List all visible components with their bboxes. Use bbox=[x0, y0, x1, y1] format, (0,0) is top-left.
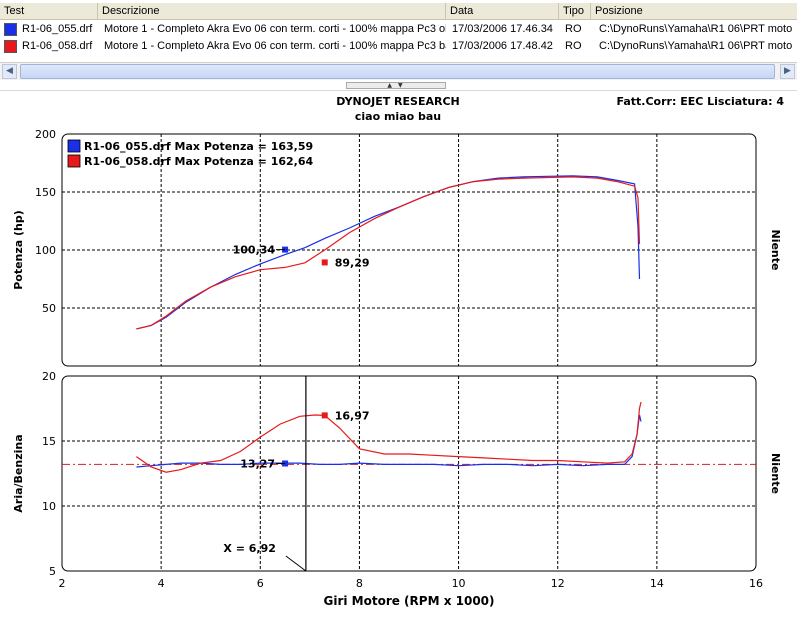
marker-value-label: 16,97 bbox=[335, 409, 370, 422]
column-header-data[interactable]: Data bbox=[446, 3, 559, 19]
cell-descrizione: Motore 1 - Completo Akra Evo 06 con term… bbox=[104, 40, 446, 52]
panel-splitter-handle[interactable]: ▲ ▼ bbox=[346, 82, 446, 89]
column-header-test[interactable]: Test bbox=[0, 3, 98, 19]
x-tick-label: 14 bbox=[650, 577, 664, 590]
chart-title: DYNOJET RESEARCH bbox=[336, 95, 459, 108]
cell-descrizione: Motore 1 - Completo Akra Evo 06 con term… bbox=[104, 23, 446, 35]
arrow-right-icon: ▶ bbox=[784, 66, 791, 76]
x-tick-label: 12 bbox=[551, 577, 565, 590]
cell-tipo: RO bbox=[565, 40, 582, 52]
cursor-label: X = 6,92 bbox=[223, 542, 276, 555]
horizontal-scrollbar[interactable]: ◀ ▶ bbox=[0, 62, 797, 80]
x-tick-label: 10 bbox=[452, 577, 466, 590]
plot-frame bbox=[61, 375, 757, 572]
legend-entry: R1-06_055.drf Max Potenza = 163,59 bbox=[84, 140, 313, 153]
x-tick-label: 6 bbox=[257, 577, 264, 590]
y-axis-label: Aria/Benzina bbox=[12, 434, 25, 512]
series-color-swatch[interactable] bbox=[4, 40, 17, 53]
cell-tipo: RO bbox=[565, 23, 582, 35]
x-tick-label: 2 bbox=[59, 577, 66, 590]
dyno-chart: DYNOJET RESEARCH ciao miao bau Fatt.Corr… bbox=[0, 90, 797, 608]
scroll-left-button[interactable]: ◀ bbox=[2, 64, 17, 79]
power-plot: 50 100 150 200 Potenza (hp) Niente 100,34 89,29… bbox=[12, 128, 782, 367]
y-tick-label: 10 bbox=[42, 500, 56, 513]
column-header-descrizione[interactable]: Descrizione bbox=[98, 3, 446, 19]
table-row[interactable]: R1-06_055.drf Motore 1 - Completo Akra Ev… bbox=[0, 21, 797, 38]
series-color-swatch[interactable] bbox=[4, 23, 17, 36]
value-marker bbox=[321, 259, 328, 266]
splitter-arrows-icon: ▲ ▼ bbox=[387, 82, 405, 89]
cell-test: R1-06_055.drf bbox=[22, 23, 93, 35]
cell-data: 17/03/2006 17.48.42 bbox=[452, 40, 553, 52]
legend-swatch bbox=[67, 139, 81, 153]
side-label-niente: Niente bbox=[769, 230, 782, 271]
y-tick-label: 5 bbox=[49, 565, 56, 578]
y-tick-label: 150 bbox=[35, 186, 56, 199]
side-label-niente: Niente bbox=[769, 453, 782, 494]
y-tick-label: 200 bbox=[35, 128, 56, 141]
legend-entry: R1-06_058.drf Max Potenza = 162,64 bbox=[84, 155, 314, 168]
scroll-thumb[interactable] bbox=[20, 64, 775, 79]
afr-plot: 5 10 15 20 Aria/Benzina Niente X = 6,92 13,27 16… bbox=[12, 370, 782, 608]
marker-value-label: 89,29 bbox=[335, 256, 370, 269]
table-row[interactable]: R1-06_058.drf Motore 1 - Completo Akra Ev… bbox=[0, 38, 797, 55]
legend-swatch bbox=[67, 154, 81, 168]
table-header: Test Descrizione Data Tipo Posizione bbox=[0, 3, 797, 20]
value-marker bbox=[321, 412, 328, 419]
arrow-left-icon: ◀ bbox=[6, 66, 13, 76]
y-tick-label: 50 bbox=[42, 302, 56, 315]
marker-value-label: 100,34 bbox=[233, 244, 276, 257]
chart-subtitle: ciao miao bau bbox=[355, 110, 441, 123]
y-axis-label: Potenza (hp) bbox=[12, 210, 25, 290]
x-tick-label: 4 bbox=[158, 577, 165, 590]
x-tick-label: 16 bbox=[749, 577, 763, 590]
y-tick-label: 20 bbox=[42, 370, 56, 383]
cell-data: 17/03/2006 17.46.34 bbox=[452, 23, 553, 35]
column-header-posizione[interactable]: Posizione bbox=[591, 3, 797, 19]
scroll-right-button[interactable]: ▶ bbox=[780, 64, 795, 79]
x-axis-label: Giri Motore (RPM x 1000) bbox=[323, 594, 494, 608]
marker-value-label: 13,27 bbox=[240, 457, 275, 470]
y-tick-label: 15 bbox=[42, 435, 56, 448]
x-tick-label: 8 bbox=[356, 577, 363, 590]
column-header-tipo[interactable]: Tipo bbox=[559, 3, 591, 19]
y-tick-label: 100 bbox=[35, 244, 56, 257]
cell-posizione: C:\DynoRuns\Yamaha\R1 06\PRT moto bbox=[599, 40, 793, 52]
run-list-table: Test Descrizione Data Tipo Posizione R1-… bbox=[0, 0, 797, 62]
correction-info: Fatt.Corr: EEC Lisciatura: 4 bbox=[617, 95, 785, 108]
cell-test: R1-06_058.drf bbox=[22, 40, 93, 52]
cell-posizione: C:\DynoRuns\Yamaha\R1 06\PRT moto bbox=[599, 23, 793, 35]
